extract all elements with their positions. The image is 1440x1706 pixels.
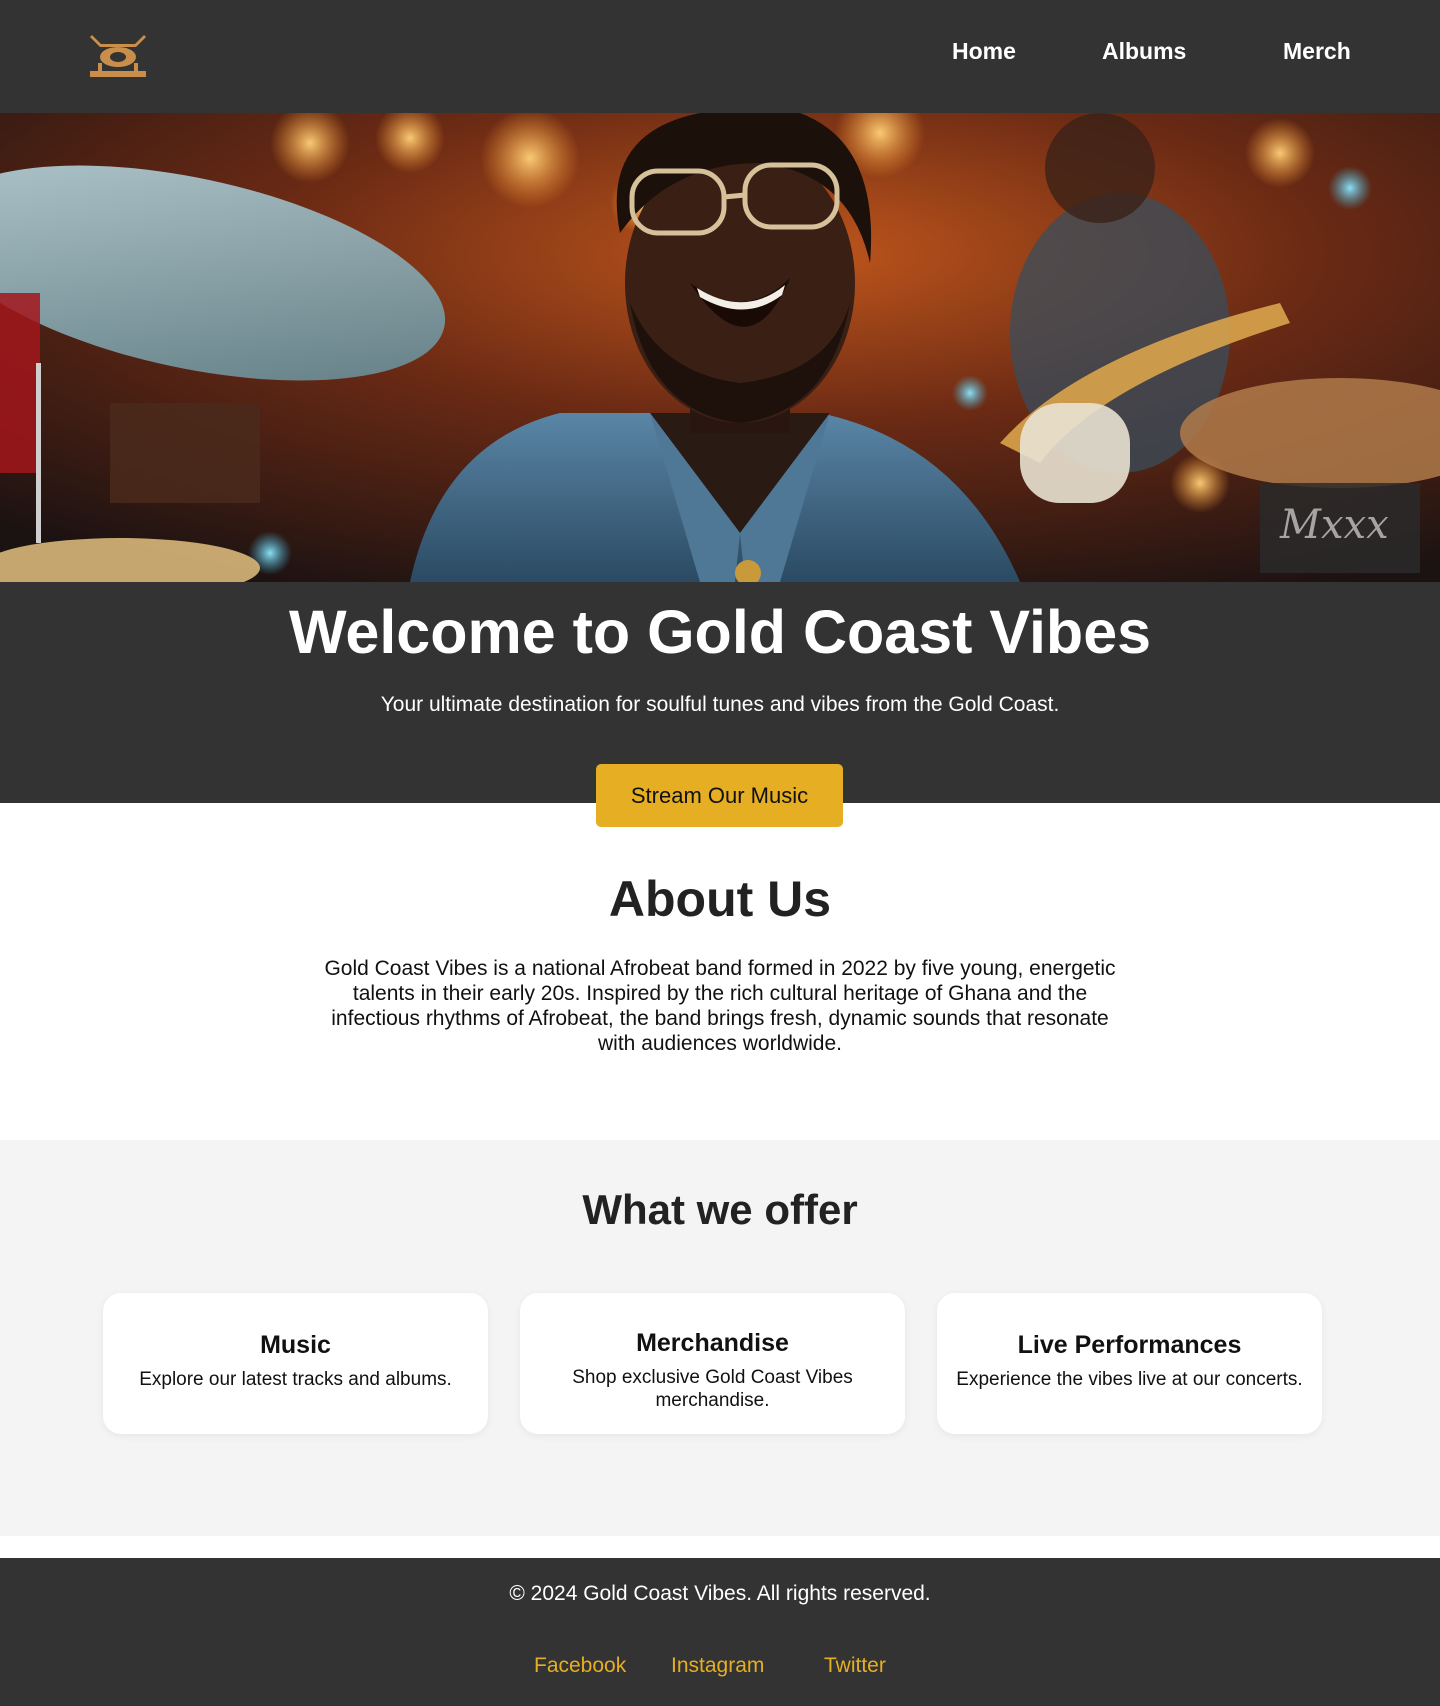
card-title: Merchandise	[636, 1329, 789, 1357]
instagram-link[interactable]: Instagram	[671, 1654, 764, 1678]
offer-title: What we offer	[582, 1186, 858, 1233]
facebook-link[interactable]: Facebook	[534, 1654, 626, 1678]
svg-text:Mxxx: Mxxx	[1279, 502, 1389, 548]
card-title: Music	[260, 1331, 331, 1359]
card-text: Experience the vibes live at our concert…	[956, 1369, 1303, 1390]
card-text: Shop exclusive Gold Coast Vibes merchand…	[572, 1367, 853, 1411]
stream-music-button[interactable]: Stream Our Music	[596, 764, 843, 827]
twitter-link[interactable]: Twitter	[824, 1654, 886, 1678]
site-footer	[0, 1558, 1440, 1706]
hero-title: Welcome to Gold Coast Vibes	[288, 598, 1152, 666]
card-text: Explore our latest tracks and albums.	[139, 1369, 452, 1390]
copyright-text: © 2024 Gold Coast Vibes. All rights rese…	[509, 1582, 931, 1605]
offer-card-music[interactable]: Music Explore our latest tracks and albu…	[103, 1293, 488, 1434]
hero-subtitle: Your ultimate destination for soulful tu…	[380, 693, 1060, 716]
offer-card-merchandise[interactable]: Merchandise Shop exclusive Gold Coast Vi…	[520, 1293, 905, 1434]
drum-logo-icon[interactable]	[88, 33, 148, 79]
nav-home[interactable]: Home	[952, 38, 1016, 65]
nav-merch[interactable]: Merch	[1283, 38, 1351, 65]
card-title: Live Performances	[1017, 1331, 1242, 1359]
about-title: About Us	[608, 871, 832, 927]
hero-image: Mxxx	[0, 113, 1440, 582]
nav-albums[interactable]: Albums	[1102, 38, 1186, 65]
about-text: Gold Coast Vibes is a national Afrobeat …	[324, 957, 1116, 1055]
site-header: Home Albums Merch	[0, 0, 1440, 113]
offer-card-live-performances[interactable]: Live Performances Experience the vibes l…	[937, 1293, 1322, 1434]
